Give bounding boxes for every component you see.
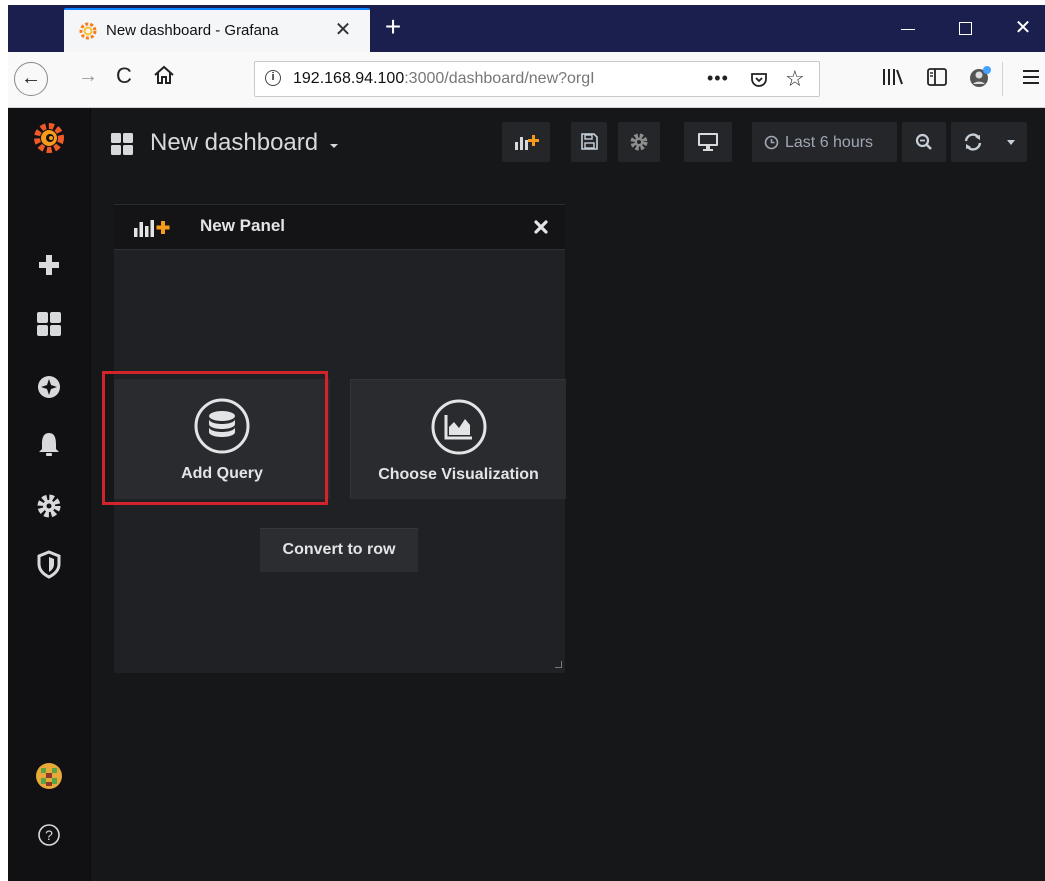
chevron-down-icon[interactable] [1007,140,1015,145]
clock-icon [764,135,779,150]
time-range-picker[interactable]: Last 6 hours [752,122,897,162]
reload-button[interactable]: C [116,63,132,89]
side-menu: ? [8,108,91,881]
help-glyph: ? [45,827,53,843]
minimize-button[interactable] [893,15,923,41]
url-fade [615,62,665,96]
dashboard-settings-button[interactable] [618,122,660,162]
browser-tab[interactable]: New dashboard - Grafana ✕ [64,8,370,52]
url-text[interactable]: 192.168.94.100:3000/dashboard/new?orgI [293,70,653,88]
time-range-label: Last 6 hours [785,134,874,151]
chevron-down-icon [330,144,338,148]
choose-visualization-label: Choose Visualization [378,466,539,483]
tab-close-icon[interactable]: ✕ [332,19,354,41]
forward-button[interactable]: → [78,65,98,88]
refresh-button[interactable] [951,122,1027,162]
dashboard-navbar: New dashboard Last 6 hours [90,108,1045,178]
user-avatar[interactable] [29,756,69,796]
browser-window: New dashboard - Grafana ✕ + ✕ ← → C i 19… [0,0,1045,881]
explore-icon[interactable] [29,367,69,407]
dashboards-icon [111,133,133,155]
cycle-view-mode-button[interactable] [684,122,732,162]
library-icon[interactable] [881,66,905,88]
dashboard-title: New dashboard [150,129,319,156]
account-icon[interactable] [968,65,992,89]
add-query-button[interactable]: Add Query [114,379,330,499]
tab-strip: New dashboard - Grafana ✕ + ✕ [8,5,1045,52]
save-icon [581,133,598,150]
server-admin-icon[interactable] [29,544,69,584]
maximize-button[interactable] [950,15,980,41]
url-host: 192.168.94.100 [293,70,405,87]
bookmark-star-icon[interactable]: ☆ [785,66,805,92]
cycle-view-icon [698,133,718,151]
database-icon [194,398,250,454]
site-info-icon[interactable]: i [265,70,281,86]
visualization-icon [431,399,487,455]
grafana-favicon [79,22,97,40]
refresh-icon [964,133,982,151]
convert-to-row-button[interactable]: Convert to row [260,528,418,572]
add-panel-icon [515,135,539,150]
pocket-icon[interactable] [749,70,769,90]
window-close-button[interactable]: ✕ [1008,15,1038,41]
panel-resize-handle[interactable] [555,661,562,668]
zoom-out-button[interactable] [902,122,946,162]
panel-header: New Panel [114,205,565,250]
panel-title: New Panel [200,216,286,235]
url-path: :3000/dashboard/new?orgI [404,70,595,87]
browser-toolbar: ← → C i 192.168.94.100:3000/dashboard/ne… [8,52,1045,108]
alerting-icon[interactable] [29,424,69,464]
create-icon[interactable] [29,245,69,285]
toolbar-separator [1002,62,1003,96]
new-tab-button[interactable]: + [378,13,408,43]
settings-icon [630,133,648,151]
url-bar[interactable]: i 192.168.94.100:3000/dashboard/new?orgI… [254,61,820,97]
grafana-logo-icon[interactable] [29,117,69,157]
help-icon[interactable]: ? [29,815,69,855]
home-icon[interactable] [153,64,175,86]
close-icon[interactable] [531,217,551,237]
add-panel-button[interactable] [502,122,550,162]
add-query-label: Add Query [181,465,263,482]
grafana-app: ? New dashboard Last 6 hours New Panel A… [8,108,1045,881]
hamburger-menu-icon[interactable] [1021,68,1041,86]
choose-visualization-button[interactable]: Choose Visualization [350,379,566,499]
zoom-out-icon [915,133,932,150]
sidebar-icon[interactable] [927,68,947,86]
dashboards-icon[interactable] [29,304,69,344]
back-button[interactable]: ← [14,62,48,96]
tab-title: New dashboard - Grafana [106,22,279,39]
page-actions-button[interactable]: ••• [707,68,729,89]
configuration-icon[interactable] [29,486,69,526]
new-panel: New Panel Add Query Choose Visualization… [114,204,566,673]
save-dashboard-button[interactable] [571,122,607,162]
add-panel-icon [134,220,170,237]
